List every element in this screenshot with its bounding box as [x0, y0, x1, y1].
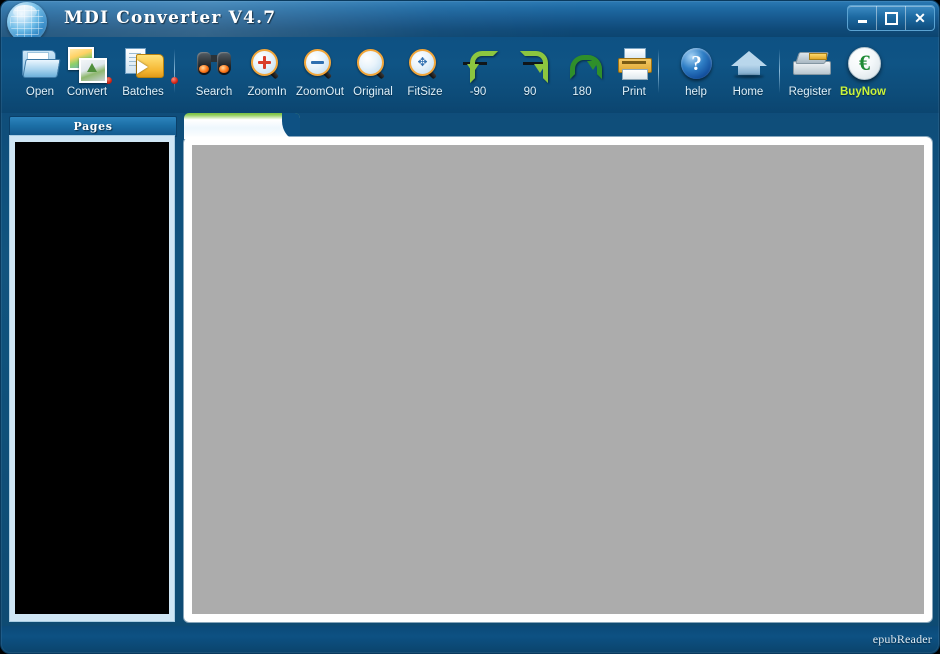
pages-panel-header: Pages	[9, 116, 177, 137]
toolbar-button-convert[interactable]: Convert	[56, 41, 118, 98]
binoculars-icon	[192, 41, 236, 85]
euro-glyph: €	[848, 47, 881, 80]
toolbar-label: Convert	[66, 86, 108, 98]
magnifier-icon	[351, 41, 395, 85]
toolbar-label: Batches	[122, 86, 164, 98]
toolbar-separator	[174, 49, 175, 93]
window-title: MDI Converter V4.7	[64, 8, 277, 28]
toolbar-button-buynow[interactable]: € BuyNow	[832, 41, 894, 98]
tab-right-curve	[282, 113, 300, 139]
toolbar-label: Print	[622, 86, 646, 98]
window-controls: ✕	[847, 5, 935, 31]
rotate-180-icon	[560, 41, 604, 85]
house-icon	[726, 41, 770, 85]
printer-icon	[612, 41, 656, 85]
toolbar-label: Home	[732, 86, 764, 98]
minimize-icon	[857, 20, 867, 23]
rotate-right-icon	[508, 41, 552, 85]
minimize-button[interactable]	[848, 6, 877, 30]
magnifier-fit-icon: ✥	[403, 41, 447, 85]
globe-sphere-icon	[7, 2, 47, 37]
close-button[interactable]: ✕	[906, 6, 934, 30]
document-tab[interactable]	[184, 113, 300, 139]
close-icon: ✕	[914, 10, 926, 26]
cash-register-icon	[788, 41, 832, 85]
pages-thumbnail-list[interactable]	[15, 142, 169, 614]
toolbar-label: BuyNow	[840, 86, 886, 98]
maximize-button[interactable]	[877, 6, 906, 30]
pages-panel-body	[9, 135, 175, 622]
batch-folder-icon	[121, 41, 165, 85]
title-bar: MDI Converter V4.7 ✕	[1, 1, 939, 37]
pages-title: Pages	[73, 120, 113, 133]
globe-gloss	[13, 5, 37, 19]
watermark-label: epubReader	[872, 632, 932, 646]
document-viewer-frame	[184, 137, 932, 622]
maximize-icon	[884, 11, 898, 25]
content-area: Pages epubReader	[1, 113, 939, 653]
toolbar-button-batches[interactable]: Batches	[112, 41, 174, 98]
application-window: MDI Converter V4.7 ✕ Open Convert Batche…	[0, 0, 940, 654]
status-bar: epubReader	[1, 626, 939, 653]
main-toolbar: Open Convert Batches Search ZoomIn ZoomO…	[1, 37, 939, 113]
euro-coin-icon: €	[841, 41, 885, 85]
help-glyph: ?	[681, 48, 712, 79]
toolbar-button-print[interactable]: Print	[603, 41, 665, 98]
toolbar-button-home[interactable]: Home	[717, 41, 779, 98]
convert-images-icon	[65, 41, 109, 85]
magnifier-minus-icon	[298, 41, 342, 85]
document-canvas[interactable]	[192, 145, 924, 614]
pages-panel: Pages	[9, 116, 177, 622]
question-mark-icon: ?	[674, 41, 718, 85]
fit-glyph: ✥	[417, 55, 428, 69]
rotate-left-icon	[456, 41, 500, 85]
magnifier-plus-icon	[245, 41, 289, 85]
